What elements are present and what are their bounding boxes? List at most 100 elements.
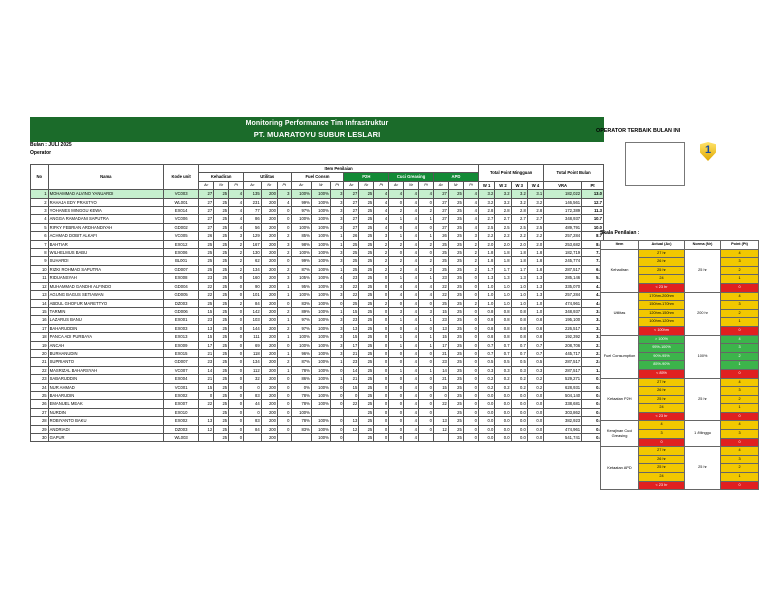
scale-actual: 85%-90% <box>638 360 685 370</box>
table-cell: 25 <box>447 214 464 224</box>
table-cell: 0 <box>373 416 390 426</box>
table-cell: 25 <box>358 197 375 208</box>
operator-name: AGUNG BAGUS SETIAWAN <box>47 290 164 300</box>
col-pt: Pt <box>581 180 604 191</box>
table-cell: 26 <box>343 231 360 241</box>
table-cell: 22 <box>343 399 360 409</box>
scale-actual: 150hm-170hm <box>638 300 685 310</box>
table-cell: 23 <box>343 357 360 367</box>
table-cell: 4 <box>418 281 434 292</box>
operator-name: BAHARUDIN <box>47 390 164 401</box>
table-cell: 2.8 <box>478 206 496 216</box>
table-cell: 83% <box>290 298 312 308</box>
table-cell: 200 <box>260 407 278 418</box>
operator-name: YOHANES MINGGU KEWA <box>47 206 164 216</box>
scale-actual: < 23 hr <box>638 480 685 491</box>
table-cell: 0.0 <box>526 432 545 443</box>
scale-actual: 4 <box>638 420 685 431</box>
table-cell: 489,791 <box>543 222 583 233</box>
table-cell: 25 <box>213 315 230 325</box>
col-total-bulan: Total Point Bulan <box>543 164 604 182</box>
table-cell: 0.2 <box>510 374 528 384</box>
scale-point: 1 <box>720 403 759 413</box>
table-cell: 96% <box>290 348 312 359</box>
table-cell: 105% <box>290 273 312 283</box>
scale-actual: 27 hr <box>638 248 685 259</box>
scale-actual: 25 hr <box>638 463 685 474</box>
table-cell: 27 <box>198 197 215 208</box>
table-cell: 2 <box>418 256 434 266</box>
table-cell: 95% <box>290 281 312 292</box>
table-cell <box>290 432 312 443</box>
performance-table: No Nama Kode unit Item Penilaian Total P… <box>30 163 604 443</box>
unit-code: GD002 <box>162 222 200 233</box>
table-cell: 25 <box>447 340 464 350</box>
table-cell: 2.2 <box>478 231 496 241</box>
operator-name: ANDRIADI <box>47 424 164 435</box>
table-cell: 0.8 <box>478 315 496 325</box>
table-cell: 4 <box>403 315 420 325</box>
table-cell: 2 <box>276 357 292 367</box>
table-cell: 0.0 <box>478 416 496 426</box>
table-cell: 129 <box>243 231 262 241</box>
table-cell: 100% <box>290 407 312 418</box>
table-cell: 0 <box>462 365 480 376</box>
table-cell: 4 <box>403 264 420 275</box>
table-cell: 2.7 <box>510 214 528 224</box>
table-cell: 1 <box>276 315 292 325</box>
table-cell <box>418 432 434 443</box>
scale-actual: 0 <box>638 437 685 448</box>
table-cell: 0 <box>228 432 245 443</box>
table-cell: 130 <box>243 248 262 258</box>
table-cell: 0.8 <box>526 323 545 334</box>
scale-point: 1 <box>720 317 759 327</box>
table-cell: 348,937 <box>543 214 583 224</box>
table-cell: 0.0 <box>526 407 545 418</box>
table-cell: 0 <box>373 365 390 376</box>
scale-item: Utilitas <box>600 291 639 336</box>
table-cell: 0.5 <box>494 357 512 367</box>
table-cell: 25 <box>30 390 49 401</box>
table-cell: 13 <box>432 416 449 426</box>
table-cell: 22 <box>198 399 215 409</box>
scale-norma: 25 hr <box>684 377 721 422</box>
table-row: 27 NURDIN EX010 25 0 0 200 0 100% 25 0 0 4 0 25 0 0.0 0.0… <box>30 407 604 418</box>
table-cell: 15 <box>30 306 49 317</box>
table-cell: 4 <box>403 407 420 418</box>
table-cell: 1 <box>388 315 405 325</box>
scale-point: 1 <box>720 472 759 482</box>
scale-point: 2 <box>720 463 759 474</box>
table-cell: 25 <box>447 348 464 359</box>
table-cell: 25 <box>358 416 375 426</box>
scale-actual: 27 hr <box>638 377 685 388</box>
table-cell: 25 <box>358 399 375 409</box>
sub-ac: Ac <box>243 180 262 191</box>
table-cell: 0.0 <box>478 432 496 443</box>
table-cell: 23 <box>30 374 49 384</box>
operator-name: RIFKY FEBRIAN ARDHANDIYAH <box>47 222 164 233</box>
table-cell: 25 <box>213 239 230 250</box>
table-cell: 27 <box>198 214 215 224</box>
table-cell: 25 <box>358 290 375 300</box>
table-cell: 4 <box>403 390 420 401</box>
table-cell: 78% <box>290 365 312 376</box>
table-cell: 12 <box>343 424 360 435</box>
table-cell: 15 <box>198 332 215 342</box>
table-cell: 3 <box>373 231 390 241</box>
table-cell: 25 <box>213 264 230 275</box>
table-cell: 0 <box>276 390 292 401</box>
table-cell: 1 <box>276 281 292 292</box>
table-cell: 1 <box>388 332 405 342</box>
table-row: 17 BAHARUDDIN EX003 13 25 0 144 200 2 97% 100% 3 13 2… <box>30 323 604 334</box>
table-cell: 2 <box>462 248 480 258</box>
table-cell: 200 <box>260 298 278 308</box>
table-cell: 0 <box>462 390 480 401</box>
table-cell: 0.2 <box>494 382 512 392</box>
table-cell: 22 <box>198 281 215 292</box>
scale-norma: 100% <box>684 334 721 379</box>
operator-name: ROBIYANTO BAKU <box>47 416 164 426</box>
table-cell: 1.0 <box>494 290 512 300</box>
table-cell: 100% <box>290 214 312 224</box>
table-cell: 118 <box>243 348 262 359</box>
table-cell: 1 <box>418 273 434 283</box>
